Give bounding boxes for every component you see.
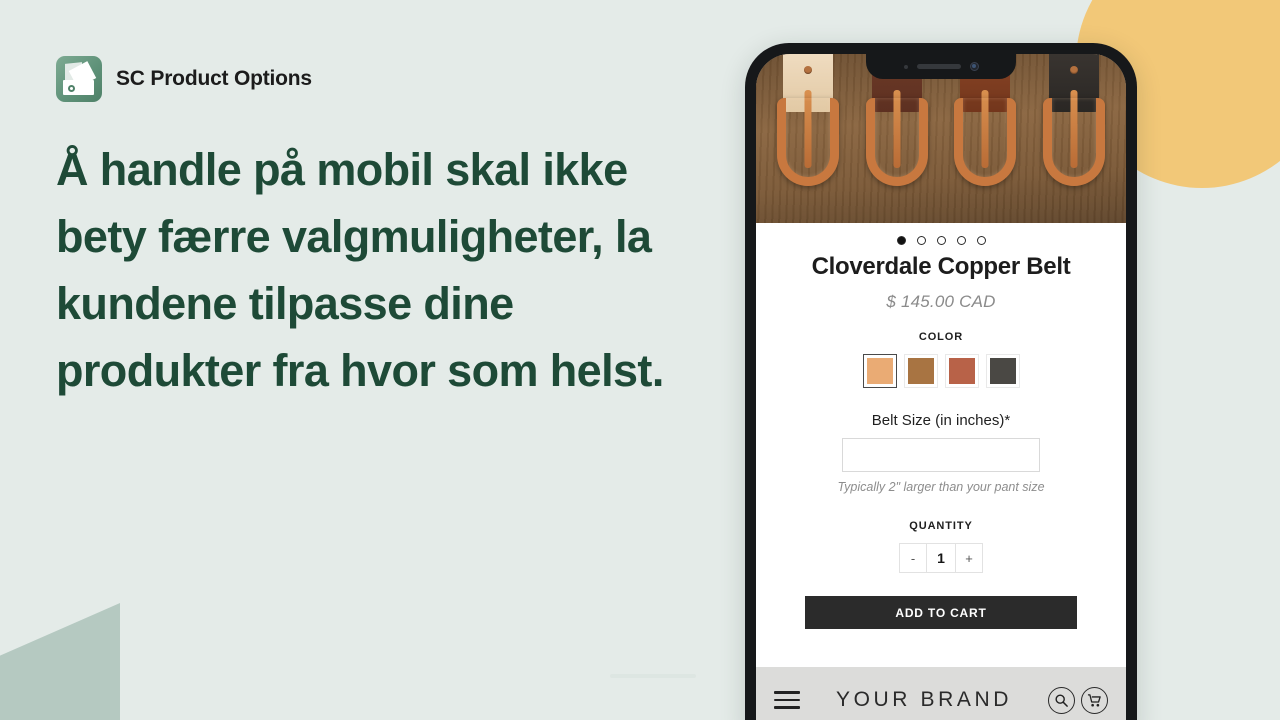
decorative-line [610, 674, 696, 678]
microphone-dot-icon [903, 64, 908, 69]
speaker-grille-icon [916, 64, 961, 69]
left-content-panel: SC Product Options Å handle på mobil ska… [56, 56, 696, 404]
carousel-dot-1[interactable] [896, 236, 906, 245]
carousel-dot-2[interactable] [916, 236, 926, 245]
store-name: YOUR BRAND [835, 688, 1013, 711]
shopping-cart-icon[interactable] [1081, 686, 1108, 714]
product-price: $ 145.00 CAD [886, 292, 996, 311]
color-swatch-rust-red[interactable] [944, 354, 979, 388]
belt-buckles-illustration [756, 54, 1126, 223]
belt-item [771, 54, 845, 214]
headline: Å handle på mobil skal ikke bety færre v… [56, 144, 664, 397]
color-swatch-medium-brown[interactable] [903, 354, 938, 388]
quantity-value[interactable]: 1 [926, 544, 956, 572]
belt-size-label: Belt Size (in inches)* [871, 412, 1011, 429]
hamburger-menu-icon[interactable] [774, 691, 800, 709]
product-options-logo-icon [56, 56, 102, 102]
store-bar-icons [1048, 686, 1108, 714]
search-icon[interactable] [1048, 686, 1075, 714]
carousel-dot-4[interactable] [956, 236, 966, 245]
front-camera-icon [969, 62, 979, 71]
product-details: Cloverdale Copper Belt $ 145.00 CAD COLO… [756, 251, 1126, 644]
decorative-triangle [0, 603, 120, 720]
color-swatch-charcoal-black[interactable] [985, 354, 1020, 388]
belt-size-input[interactable] [842, 438, 1040, 472]
product-title: Cloverdale Copper Belt [811, 253, 1071, 280]
carousel-dot-5[interactable] [976, 236, 986, 245]
product-image[interactable] [756, 54, 1126, 223]
quantity-label: QUANTITY [909, 520, 973, 532]
brand-name: SC Product Options [116, 67, 312, 90]
store-header-bar: YOUR BRAND [756, 667, 1126, 720]
phone-screen: Cloverdale Copper Belt $ 145.00 CAD COLO… [756, 54, 1126, 720]
belt-size-help-text: Typically 2" larger than your pant size [837, 480, 1045, 494]
color-swatch-group[interactable] [776, 354, 1106, 388]
image-carousel-dots[interactable] [756, 223, 1126, 251]
carousel-dot-3[interactable] [936, 236, 946, 245]
phone-notch [866, 54, 1016, 79]
color-swatch-natural-tan[interactable] [862, 354, 897, 388]
phone-mockup: Cloverdale Copper Belt $ 145.00 CAD COLO… [745, 43, 1137, 720]
add-to-cart-button[interactable]: ADD TO CART [805, 596, 1077, 629]
color-option-label: COLOR [918, 331, 964, 343]
quantity-decrement-button[interactable]: - [900, 544, 926, 572]
quantity-stepper[interactable]: - 1 + [776, 543, 1106, 573]
brand-row: SC Product Options [56, 56, 696, 102]
quantity-increment-button[interactable]: + [956, 544, 982, 572]
belt-item [1037, 54, 1111, 214]
